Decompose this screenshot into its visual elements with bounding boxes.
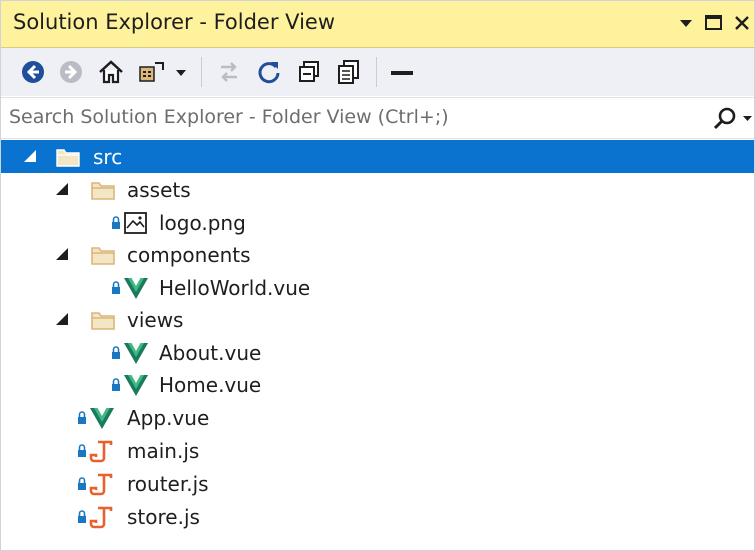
tree-node-main-js[interactable]: main.js: [1, 434, 754, 467]
collapse-all-icon[interactable]: [295, 58, 323, 86]
lock-icon: [78, 477, 86, 490]
window-title: Solution Explorer - Folder View: [13, 10, 335, 34]
expanded-arrow-icon[interactable]: [55, 182, 69, 196]
vue-file-icon: [90, 408, 114, 429]
tree-label: About.vue: [159, 341, 262, 365]
search-input[interactable]: [9, 102, 689, 132]
tree-label: main.js: [127, 439, 200, 463]
home-icon[interactable]: [97, 58, 125, 86]
image-file-icon: [124, 212, 147, 234]
tree-label: router.js: [127, 472, 209, 496]
tree-node-router-js[interactable]: router.js: [1, 467, 754, 500]
tree-node-about-vue[interactable]: About.vue: [1, 336, 754, 369]
vue-file-icon: [124, 278, 148, 299]
tree-node-components[interactable]: components: [1, 238, 754, 271]
close-icon[interactable]: [732, 10, 752, 36]
lock-icon: [112, 281, 120, 294]
tree-label: views: [127, 308, 184, 332]
tree-node-home-vue[interactable]: Home.vue: [1, 368, 754, 401]
window-position-dropdown-icon[interactable]: [677, 10, 695, 36]
sync-with-active-document-icon: [221, 62, 237, 82]
vue-file-icon: [124, 343, 148, 364]
lock-icon: [78, 444, 86, 457]
switch-views-icon[interactable]: [137, 58, 165, 86]
tree-node-assets[interactable]: assets: [1, 173, 754, 206]
tree-label: store.js: [127, 505, 200, 529]
maximize-icon[interactable]: [703, 10, 725, 36]
search-icon[interactable]: [712, 106, 738, 132]
title-bar: Solution Explorer - Folder View: [1, 1, 754, 48]
tree-node-views[interactable]: views: [1, 303, 754, 336]
show-all-files-icon[interactable]: [335, 58, 363, 86]
tree-label: App.vue: [127, 406, 210, 430]
search-bar: [1, 97, 754, 139]
forward-icon: [60, 61, 82, 83]
vue-file-icon: [124, 375, 148, 396]
js-file-icon: [89, 473, 113, 496]
refresh-icon[interactable]: [255, 58, 283, 86]
lock-icon: [112, 216, 120, 229]
toolbar-separator: [376, 57, 377, 87]
tree-node-store-js[interactable]: store.js: [1, 500, 754, 533]
lock-icon: [78, 411, 86, 424]
tree-node-helloworld-vue[interactable]: HelloWorld.vue: [1, 271, 754, 304]
expanded-arrow-icon[interactable]: [55, 247, 69, 261]
tree-label: components: [127, 243, 251, 267]
folder-icon: [91, 182, 115, 200]
tree-label: logo.png: [159, 211, 246, 235]
folder-icon: [56, 149, 80, 167]
js-file-icon: [89, 506, 113, 529]
tree-node-logo-png[interactable]: logo.png: [1, 206, 754, 239]
lock-icon: [112, 346, 120, 359]
switch-views-dropdown-icon[interactable]: [173, 58, 189, 86]
tree-label: assets: [127, 178, 191, 202]
expanded-arrow-icon[interactable]: [23, 149, 37, 163]
lock-icon: [112, 378, 120, 391]
js-file-icon: [89, 440, 113, 463]
tree-label: Home.vue: [159, 373, 262, 397]
toolbar: [1, 48, 754, 96]
search-options-dropdown-icon[interactable]: [741, 110, 754, 126]
folder-icon: [91, 247, 115, 265]
tree-node-src[interactable]: src: [1, 140, 754, 173]
solution-explorer-window: Solution Explorer - Folder View Search S…: [0, 0, 755, 551]
tree-label: src: [93, 145, 123, 169]
expanded-arrow-icon[interactable]: [55, 312, 69, 326]
tree-node-app-vue[interactable]: App.vue: [1, 401, 754, 434]
back-icon[interactable]: [19, 58, 47, 86]
properties-icon[interactable]: [389, 58, 417, 86]
folder-icon: [91, 312, 115, 330]
lock-icon: [78, 510, 86, 523]
toolbar-separator: [201, 57, 202, 87]
tree-label: HelloWorld.vue: [159, 276, 311, 300]
